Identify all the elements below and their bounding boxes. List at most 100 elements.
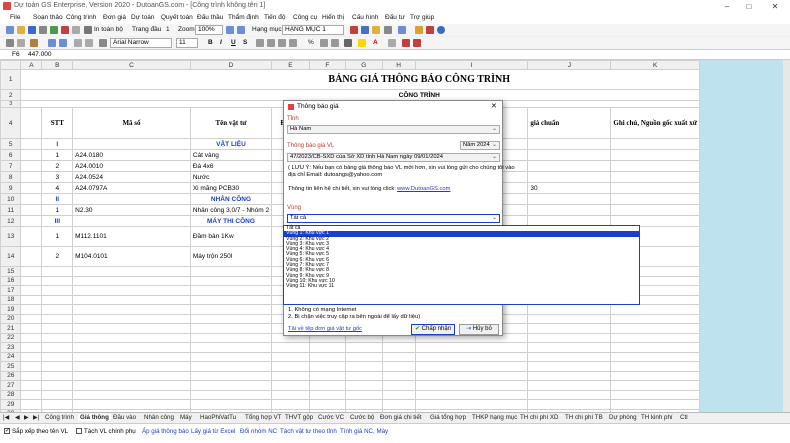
pdf-icon[interactable]	[61, 26, 69, 34]
empty-cell[interactable]	[41, 313, 74, 324]
align-left-icon[interactable]	[256, 39, 264, 47]
decimal2-icon[interactable]	[331, 39, 339, 47]
flag-en-icon[interactable]	[413, 39, 421, 47]
empty-cell[interactable]	[308, 380, 347, 391]
menu-view[interactable]: Hiển thị	[322, 14, 344, 21]
empty-cell[interactable]	[345, 361, 383, 372]
empty-cell[interactable]	[610, 323, 700, 334]
cell-note[interactable]	[610, 171, 700, 183]
empty-cell[interactable]	[527, 361, 612, 372]
row-header[interactable]: 25	[0, 361, 22, 372]
tab-gia-thong[interactable]: Giá thông	[78, 414, 111, 421]
empty-cell[interactable]	[20, 332, 43, 343]
empty-cell[interactable]	[414, 380, 529, 391]
bold-button[interactable]: B	[208, 39, 213, 46]
empty-cell[interactable]	[20, 323, 43, 334]
empty-cell[interactable]	[381, 399, 416, 410]
empty-cell[interactable]	[41, 294, 74, 305]
empty-cell[interactable]	[189, 304, 273, 315]
menu-unit-price[interactable]: Đơn giá	[103, 14, 126, 21]
cell-note[interactable]	[610, 138, 700, 150]
header-code[interactable]: Mã số	[72, 107, 191, 139]
cell-stt[interactable]: II	[41, 193, 74, 205]
cell-a[interactable]	[20, 160, 43, 172]
tab-thvt-gop[interactable]: THVT gộp	[285, 414, 313, 421]
empty-cell[interactable]	[20, 304, 43, 315]
cell-standard-price[interactable]	[527, 193, 612, 205]
justify-icon[interactable]	[289, 39, 297, 47]
cell-a[interactable]	[20, 182, 43, 194]
tab-prev-icon[interactable]: ◀	[15, 414, 20, 421]
empty-cell[interactable]	[527, 370, 612, 381]
cell-code[interactable]: M104.0101	[72, 246, 191, 267]
cell-note[interactable]	[610, 149, 700, 161]
empty-cell[interactable]	[20, 399, 43, 410]
copy-icon[interactable]	[17, 39, 25, 47]
empty-cell[interactable]	[41, 275, 74, 286]
empty-cell[interactable]	[381, 370, 416, 381]
tab-dau-vao[interactable]: Đầu vào	[113, 414, 136, 421]
empty-cell[interactable]	[414, 399, 529, 410]
tab-th-chi-phi-tb[interactable]: TH chi phí TB	[565, 414, 603, 421]
row-header[interactable]: 6	[0, 149, 22, 161]
empty-cell[interactable]	[72, 294, 191, 305]
row-header[interactable]: 14	[0, 246, 22, 267]
menu-project[interactable]: Công trình	[66, 14, 96, 21]
row-header[interactable]: 7	[0, 160, 22, 172]
cut-icon[interactable]	[6, 39, 14, 47]
year-select[interactable]: Năm 2024 ⌄	[460, 141, 500, 150]
empty-cell[interactable]	[20, 361, 43, 372]
open-folder-icon[interactable]	[17, 26, 25, 34]
empty-cell[interactable]	[20, 285, 43, 296]
tab-cuoc-vc[interactable]: Cước VC	[318, 414, 344, 421]
corner-cell[interactable]	[0, 60, 22, 70]
empty-cell[interactable]	[41, 323, 74, 334]
col-header[interactable]: G	[345, 60, 383, 70]
empty-cell[interactable]	[610, 332, 700, 343]
tab-nhan-cong[interactable]: Nhân công	[144, 414, 174, 421]
header-name[interactable]: Tên vật tư	[189, 107, 273, 139]
tab-du-phong[interactable]: Dự phòng	[609, 414, 637, 421]
row-header[interactable]: 20	[0, 313, 22, 324]
empty-cell[interactable]	[527, 342, 612, 353]
separate-material-checkbox[interactable]: Tách VL chính phụ	[76, 428, 136, 435]
fill-color-icon[interactable]	[358, 39, 366, 47]
header-stt[interactable]: STT	[41, 107, 74, 139]
menu-settlement[interactable]: Quyết toán	[161, 14, 193, 21]
empty-cell[interactable]	[527, 351, 612, 362]
empty-cell[interactable]	[72, 304, 191, 315]
empty-cell[interactable]	[189, 294, 273, 305]
empty-cell[interactable]	[72, 370, 191, 381]
empty-cell[interactable]	[20, 275, 43, 286]
col-header[interactable]: H	[381, 60, 416, 70]
cell-name[interactable]: VẬT LIỆU	[189, 138, 273, 150]
cell-stt[interactable]: 2	[41, 246, 74, 267]
tab-ctl[interactable]: Ctl	[680, 414, 688, 421]
empty-cell[interactable]	[72, 342, 191, 353]
cell-note[interactable]	[610, 204, 700, 216]
row-header[interactable]: 18	[0, 294, 22, 305]
empty-cell[interactable]	[72, 275, 191, 286]
font-color-button[interactable]: A	[373, 39, 378, 46]
empty-cell[interactable]	[189, 389, 273, 400]
cell-name[interactable]: Cát vàng	[189, 149, 273, 161]
empty-cell[interactable]	[381, 380, 416, 391]
percent-button[interactable]: %	[308, 39, 314, 46]
tab-cuoc-bo[interactable]: Cước bộ	[350, 414, 374, 421]
empty-cell[interactable]	[189, 323, 273, 334]
sheet-subtitle[interactable]: CÔNG TRÌNH	[20, 89, 700, 101]
empty-cell[interactable]	[527, 313, 612, 324]
empty-cell[interactable]	[345, 370, 383, 381]
row-header[interactable]: 13	[0, 226, 22, 247]
down-icon[interactable]	[85, 39, 93, 47]
empty-cell[interactable]	[345, 399, 383, 410]
cell-note[interactable]	[610, 182, 700, 194]
cell-a[interactable]	[20, 149, 43, 161]
split-province-link[interactable]: Tách vật tư theo tỉnh	[280, 428, 337, 435]
undo-icon[interactable]	[48, 39, 56, 47]
paste-icon[interactable]	[30, 39, 38, 47]
swap-nc-link[interactable]: Đổi nhóm NC	[240, 428, 277, 435]
row-header[interactable]: 11	[0, 204, 22, 216]
cell-standard-price[interactable]: 30	[527, 182, 612, 194]
empty-cell[interactable]	[20, 389, 43, 400]
